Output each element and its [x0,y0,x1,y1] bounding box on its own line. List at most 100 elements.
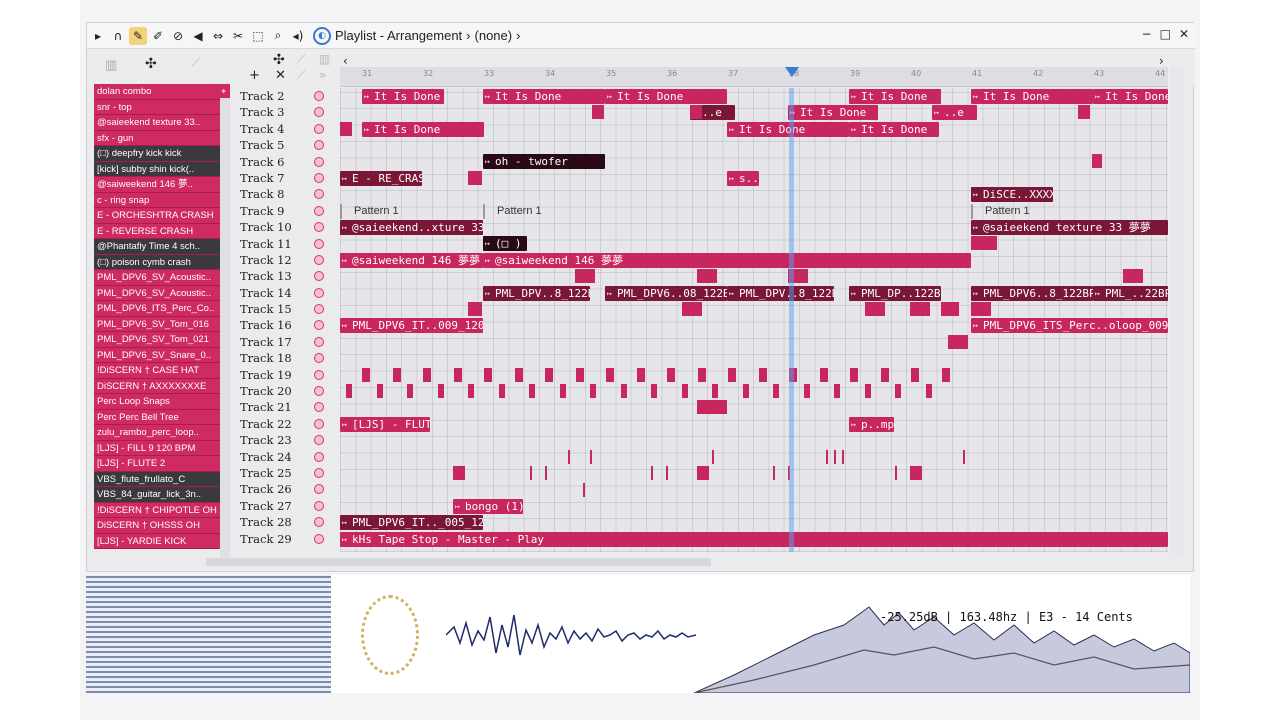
track-mute-button[interactable] [314,205,324,216]
scroll-left-arrow-icon[interactable]: ‹ [343,54,348,68]
playlist-clip-block[interactable] [1092,154,1102,169]
pattern-note[interactable] [453,466,465,481]
track-mute-button[interactable] [314,500,324,511]
track-header[interactable]: Track 7 [238,170,334,186]
pattern-note[interactable] [437,384,444,399]
channel-item[interactable]: DiSCERN † AXXXXXXXE✦ [94,378,230,394]
pattern-selector-arrow-icon[interactable]: › [516,28,520,43]
track-header[interactable]: Track 16 [238,317,334,333]
playlist-clip-block[interactable] [865,301,885,316]
channel-item[interactable]: [LJS] - FLUTE 2✦ [94,456,230,472]
playlist-clip[interactable]: s..n [727,170,759,186]
playlist-clip[interactable]: PML_DPV6_IT..009_120BPM [340,318,483,334]
channel-item[interactable]: c - ring snap✦ [94,192,230,208]
channel-item[interactable]: Perc Perc Bell Tree✦ [94,409,230,425]
pattern-note[interactable] [529,384,535,399]
track-header[interactable]: Track 23 [238,432,334,448]
track-mute-button[interactable] [314,238,324,249]
pattern-note[interactable] [911,367,919,382]
playlist-clip-block[interactable] [971,236,997,251]
pattern-note[interactable] [667,367,675,382]
channel-item[interactable]: @Phantafiy Time 4 sch..✦ [94,239,230,255]
playlist-clip[interactable]: p..mp [849,416,894,432]
track-mute-button[interactable] [314,222,324,233]
playlist-clip-block[interactable] [468,301,482,316]
track-mute-button[interactable] [314,369,324,380]
pattern-note[interactable] [590,449,592,464]
channel-item[interactable]: PML_DPV6_SV_Acoustic..✦ [94,285,230,301]
channel-item[interactable]: (□) poison cymb crash✦ [94,254,230,270]
pattern-note[interactable] [651,384,657,399]
playlist-clip-block[interactable] [910,301,930,316]
channel-item[interactable]: PML_DPV6_SV_Snare_0..✦ [94,347,230,363]
pattern-note[interactable] [681,384,688,399]
pattern-note[interactable] [407,384,413,399]
playlist-clip-block[interactable] [971,301,991,316]
pattern-note[interactable] [423,367,431,382]
playlist-clip-block[interactable] [575,269,595,284]
piano-icon[interactable]: ▥ [105,58,117,73]
channel-item[interactable]: [LJS] - YARDIE KICK✦ [94,533,230,549]
waveform-icon[interactable]: ✣ [145,56,157,72]
track-piano-icon[interactable]: ▥ [319,52,330,66]
pattern-note[interactable] [498,384,505,399]
track-header[interactable]: Track 11 [238,236,334,252]
playlist-clip[interactable]: It Is Done [362,88,444,104]
add-track-icon[interactable]: + [249,68,260,83]
playlist-clip[interactable]: It Is Done [849,121,939,137]
track-mute-button[interactable] [314,271,324,282]
track-mute-button[interactable] [314,91,324,101]
track-header[interactable]: Track 19 [238,367,334,383]
track-header[interactable]: Track 17 [238,334,334,350]
pattern-note[interactable] [880,367,889,382]
track-mute-button[interactable] [314,467,324,478]
playhead-marker-icon[interactable] [785,67,799,77]
track-header[interactable]: Track 28 [238,514,334,530]
pattern-selector[interactable]: (none) [475,28,513,43]
edit-icon[interactable]: ⟋ [297,68,305,83]
channel-item[interactable]: @saieekend texture 33..✦ [94,115,230,131]
track-header[interactable]: Track 3 [238,104,334,120]
channel-item[interactable]: VBS_84_guitar_lick_3n..✦ [94,487,230,503]
playlist-horizontal-scrollbar[interactable] [206,558,711,566]
pattern-note[interactable] [925,384,932,399]
track-mute-button[interactable] [314,386,324,397]
playback-tool-icon[interactable]: ◂) [289,27,307,45]
playlist-clip[interactable]: PML_DPV..8_122BPM [483,285,590,301]
pattern-note[interactable] [392,367,401,382]
pattern-note[interactable] [530,466,532,481]
track-mute-button[interactable] [314,418,324,429]
playlist-clip-block[interactable] [941,301,959,316]
track-mute-button[interactable] [314,484,324,495]
magnet-icon[interactable]: ∩ [109,27,127,45]
pattern-note[interactable] [651,466,653,481]
playlist-clip[interactable]: kHs Tape Stop - Master - Play [340,531,1168,547]
pattern-note[interactable] [575,367,584,382]
pattern-note[interactable] [545,367,553,382]
track-mute-button[interactable] [314,336,324,347]
playlist-clip[interactable]: It Is Done [1093,88,1168,104]
playlist-clip[interactable]: E - RE_CRASH [340,170,422,186]
track-mute-button[interactable] [314,402,324,413]
playlist-clip-block[interactable] [948,334,968,349]
minimize-button[interactable]: − [1142,27,1152,41]
channel-item[interactable]: Perc Loop Snaps✦ [94,394,230,410]
maximize-button[interactable]: □ [1160,27,1171,41]
pattern-note[interactable] [963,449,965,464]
track-header[interactable]: Track 18 [238,350,334,366]
track-header[interactable]: Track 9 [238,203,334,219]
play-arrow-icon[interactable]: ▸ [89,27,107,45]
track-header[interactable]: Track 13 [238,268,334,284]
playlist-clip-block[interactable] [682,301,702,316]
arrangement-grid[interactable]: It Is Done It Is Done It Is Done It Is Done… [340,88,1168,552]
pattern-note[interactable] [773,466,775,481]
pattern-note[interactable] [895,466,897,481]
track-mute-button[interactable] [314,140,324,151]
track-header[interactable]: Track 21 [238,399,334,415]
track-mute-button[interactable] [314,517,324,528]
track-header[interactable]: Track 2 [238,88,334,104]
playlist-clip[interactable]: It Is Done [362,121,484,137]
pattern-note[interactable] [850,367,858,382]
scroll-right-arrow-icon[interactable]: › [1159,54,1164,68]
playlist-clip[interactable]: Pattern 1 [483,203,963,219]
